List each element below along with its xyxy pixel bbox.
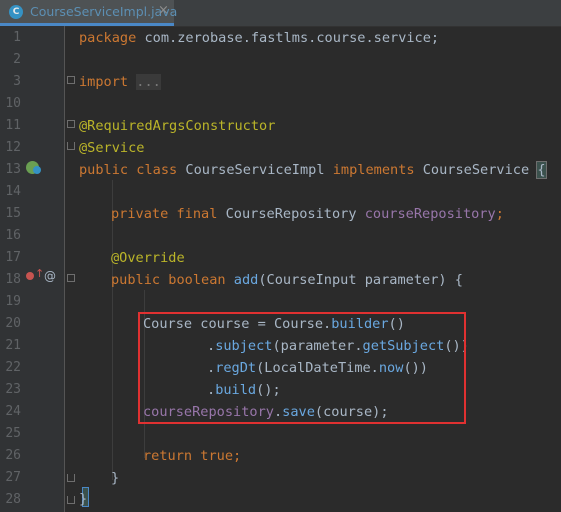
override-method-icon[interactable]	[26, 272, 34, 280]
line-number: 10	[5, 96, 21, 111]
line-number: 27	[5, 470, 21, 485]
line-number: 22	[5, 360, 21, 375]
code-line: }	[111, 470, 120, 486]
override-arrow-icon: ↑	[35, 267, 45, 280]
line-number: 13	[5, 162, 21, 177]
folded-imports[interactable]: ...	[136, 74, 161, 90]
line-number: 1	[13, 30, 21, 45]
tab-courseserviceimpl[interactable]: C CourseServiceImpl.java ×	[0, 0, 178, 26]
interface-name: CourseService	[414, 162, 538, 178]
java-class-icon: C	[9, 5, 23, 19]
code-line: package com.zerobase.fastlms.course.serv…	[79, 27, 439, 49]
code-line: }	[79, 491, 88, 507]
indent-guide	[112, 180, 113, 480]
code-line: @RequiredArgsConstructor	[79, 118, 276, 134]
close-icon[interactable]: ×	[158, 3, 169, 18]
type-name: CourseRepository	[217, 206, 365, 222]
keyword: implements	[332, 162, 415, 178]
fold-toggle-icon[interactable]	[67, 76, 75, 84]
fold-toggle-icon[interactable]	[67, 274, 75, 282]
implementation-marker-icon	[33, 166, 41, 174]
line-number: 28	[5, 492, 21, 507]
code-line: public boolean add(CourseInput parameter…	[111, 269, 463, 291]
fold-end-icon[interactable]	[67, 474, 75, 482]
annotation-icon: @	[44, 269, 56, 283]
line-number: 24	[5, 404, 21, 419]
semicolon: ;	[495, 206, 504, 222]
line-number: 15	[5, 206, 21, 221]
keyword: public boolean	[111, 272, 226, 288]
fold-end-icon[interactable]	[67, 142, 75, 150]
line-number: 3	[13, 74, 21, 89]
keyword: private final	[111, 206, 218, 222]
package-name: com.zerobase.fastlms.course.service;	[136, 30, 440, 46]
fold-end-icon[interactable]	[67, 496, 75, 504]
line-number: 2	[13, 52, 21, 67]
line-number: 16	[5, 228, 21, 243]
code-line: return true;	[143, 445, 241, 467]
method-name: add	[233, 272, 259, 288]
field-name: courseRepository	[364, 206, 496, 222]
code-line: @Service	[79, 140, 145, 156]
line-number: 17	[5, 250, 21, 265]
code-line: import ...	[79, 71, 161, 93]
class-name: CourseServiceImpl	[177, 162, 333, 178]
line-number: 26	[5, 448, 21, 463]
keyword: return true	[143, 448, 234, 464]
keyword: import	[79, 74, 129, 90]
highlight-annotation-box	[138, 312, 466, 424]
fold-toggle-icon[interactable]	[67, 120, 75, 128]
gutter-divider	[64, 26, 65, 512]
line-number: 23	[5, 382, 21, 397]
line-number: 21	[5, 338, 21, 353]
line-number: 12	[5, 140, 21, 155]
parameters: (CourseInput parameter) {	[258, 272, 463, 288]
line-number: 25	[5, 426, 21, 441]
code-line: private final CourseRepository courseRep…	[111, 203, 504, 225]
line-number: 11	[5, 118, 21, 133]
line-number: 18	[5, 272, 21, 287]
line-number: 19	[5, 294, 21, 309]
brace: {	[536, 161, 547, 179]
code-line: @Override	[111, 250, 185, 266]
line-number: 14	[5, 184, 21, 199]
semicolon: ;	[233, 448, 242, 464]
tab-label: CourseServiceImpl.java	[30, 4, 178, 19]
keyword: package	[79, 30, 137, 46]
editor-tab-bar: C CourseServiceImpl.java ×	[0, 0, 561, 27]
code-line: public class CourseServiceImpl implement…	[79, 159, 547, 181]
line-number: 20	[5, 316, 21, 331]
keyword: public class	[79, 162, 178, 178]
